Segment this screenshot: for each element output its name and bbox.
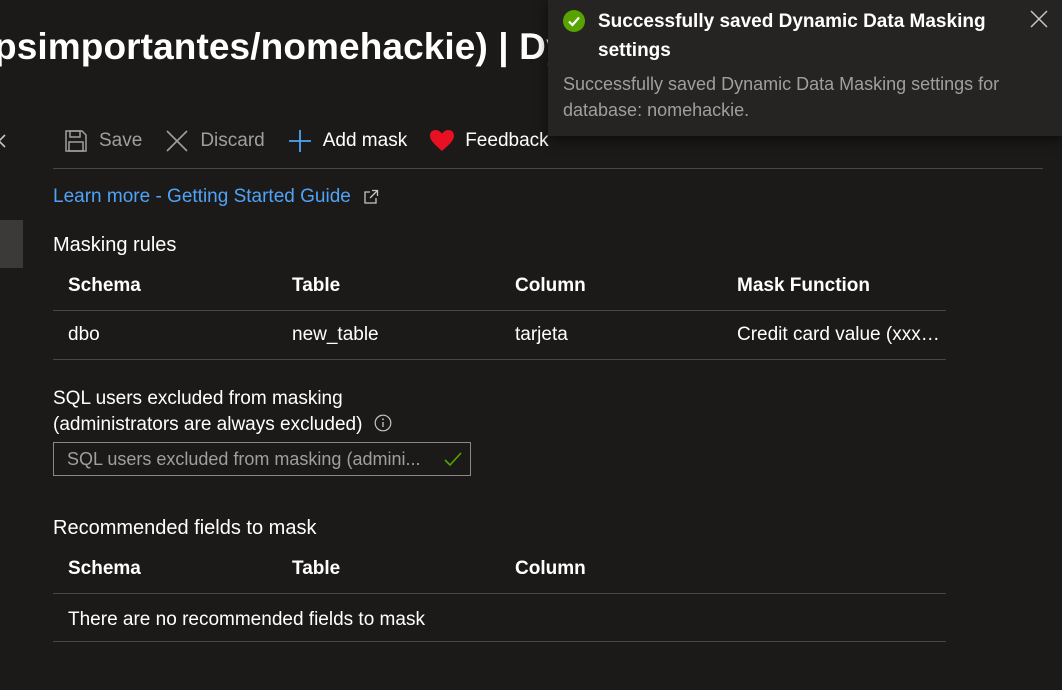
masking-rules-title: Masking rules <box>53 234 177 256</box>
notification-body: Successfully saved Dynamic Data Masking … <box>563 74 1000 120</box>
add-icon <box>287 128 313 154</box>
add-mask-button[interactable]: Add mask <box>287 118 407 164</box>
cell-mask-function: Credit card value (xxxx... <box>737 324 946 345</box>
excluded-users-label-line1: SQL users excluded from masking <box>53 388 343 409</box>
learn-more-label: Learn more - Getting Started Guide <box>53 186 351 207</box>
save-icon <box>63 128 89 154</box>
discard-icon <box>164 128 190 154</box>
save-button[interactable]: Save <box>63 118 142 164</box>
info-icon[interactable] <box>374 414 392 432</box>
discard-label: Discard <box>200 130 265 151</box>
excluded-users-input[interactable] <box>54 443 442 475</box>
column-header-schema: Schema <box>68 275 141 296</box>
column-header-column: Column <box>515 275 586 296</box>
recommended-fields-table: Schema Table Column There are no recomme… <box>53 545 946 642</box>
cell-column: tarjeta <box>515 324 568 345</box>
column-header-table: Table <box>292 275 341 296</box>
empty-state-message: There are no recommended fields to mask <box>68 609 425 630</box>
column-header-column: Column <box>515 558 586 579</box>
cell-schema: dbo <box>68 324 100 345</box>
page-title: psimportantes/nomehackie) | Dyna <box>0 26 610 67</box>
excluded-users-label-line2: (administrators are always excluded) <box>53 414 363 435</box>
table-header-row: Schema Table Column Mask Function <box>53 262 946 311</box>
add-mask-label: Add mask <box>322 130 408 151</box>
save-label: Save <box>99 130 143 151</box>
excluded-users-field[interactable] <box>53 442 471 476</box>
notification-title: Successfully saved Dynamic Data Masking … <box>598 11 986 61</box>
checkmark-icon <box>444 452 462 467</box>
discard-button[interactable]: Discard <box>164 118 265 164</box>
feedback-label: Feedback <box>465 130 549 151</box>
heart-icon <box>429 128 455 154</box>
cell-table: new_table <box>292 324 379 345</box>
column-header-schema: Schema <box>68 558 141 579</box>
recommended-fields-title: Recommended fields to mask <box>53 517 317 539</box>
masking-rules-table: Schema Table Column Mask Function dbo ne… <box>53 262 946 360</box>
left-nav-selected-item[interactable] <box>0 220 23 268</box>
excluded-users-label: SQL users excluded from masking (adminis… <box>53 386 392 438</box>
command-bar: Save Discard Add mask Feedback <box>53 118 571 164</box>
column-header-table: Table <box>292 558 341 579</box>
external-link-icon <box>364 189 378 204</box>
column-header-mask-function: Mask Function <box>737 275 871 296</box>
learn-more-link[interactable]: Learn more - Getting Started Guide <box>53 186 379 208</box>
excluded-users-label-line2-wrap: (administrators are always excluded) <box>53 412 392 438</box>
dynamic-data-masking-page: psimportantes/nomehackie) | Dyna Save Di… <box>0 0 1062 690</box>
close-icon[interactable] <box>1030 10 1048 28</box>
success-notification[interactable]: Successfully saved Dynamic Data Masking … <box>548 0 1062 136</box>
feedback-button[interactable]: Feedback <box>429 118 549 164</box>
toolbar-divider <box>53 168 1043 169</box>
collapse-chevron-icon[interactable] <box>0 134 8 148</box>
success-check-icon <box>563 10 585 32</box>
table-row[interactable]: dbo new_table tarjeta Credit card value … <box>53 311 946 360</box>
table-header-row: Schema Table Column <box>53 545 946 594</box>
empty-state-row: There are no recommended fields to mask <box>53 594 946 642</box>
